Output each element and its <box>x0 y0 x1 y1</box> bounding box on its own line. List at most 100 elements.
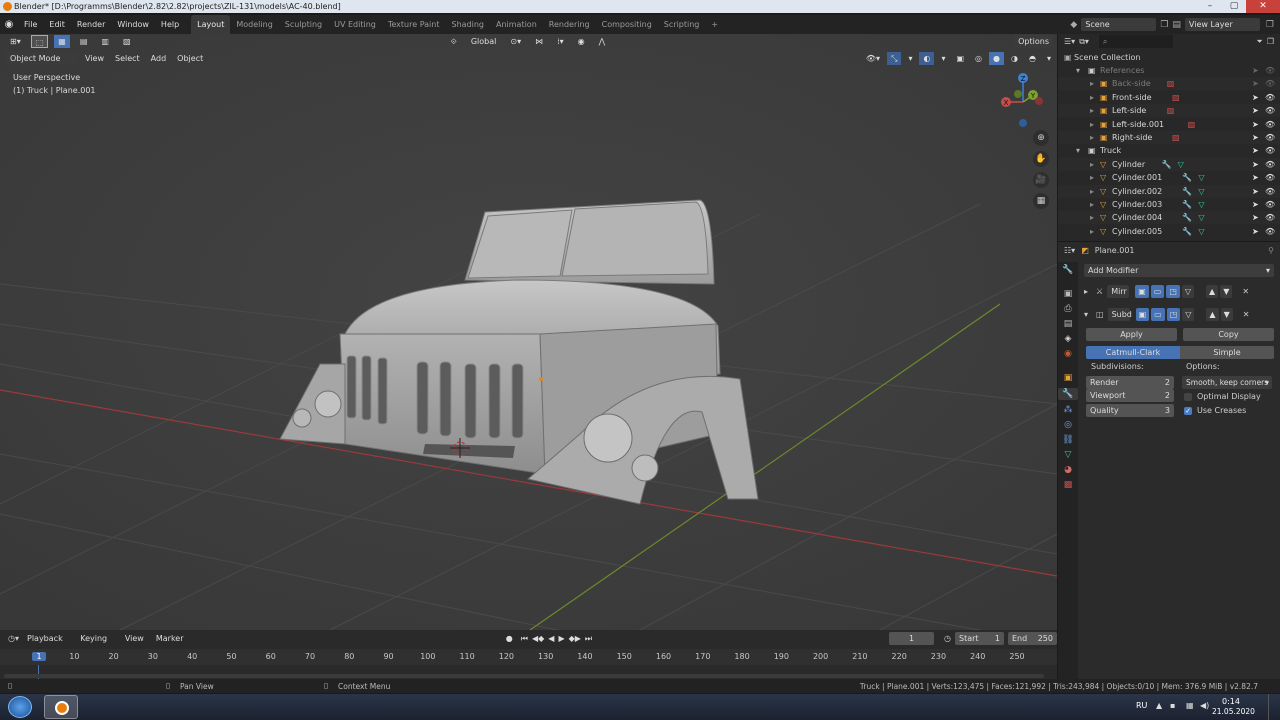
outliner-row-left-side[interactable]: ▸ ▣ Left-side ▨ ➤ 👁 <box>1058 104 1280 118</box>
tab-sculpting[interactable]: Sculpting <box>279 15 328 34</box>
tray-arrow-icon[interactable]: ▲ <box>1156 701 1162 710</box>
camera-view-icon[interactable]: 🎥 <box>1033 172 1049 188</box>
outliner-row-references[interactable]: ▾ ▣ References ➤ 👁 <box>1058 64 1280 77</box>
child-expand-icon[interactable]: ▸ <box>1090 77 1094 90</box>
subd-move-up-icon[interactable]: ▲ <box>1206 307 1219 321</box>
texture-tab-icon[interactable]: ▩ <box>1064 480 1073 490</box>
navigation-gizmo[interactable]: Z X Y <box>996 72 1052 128</box>
tool-tab-icon[interactable]: 🔧 <box>1062 265 1073 275</box>
outliner-search-input[interactable]: ⌕ <box>1098 35 1173 48</box>
tab-rendering[interactable]: Rendering <box>543 15 596 34</box>
tab-layout[interactable]: Layout <box>191 15 231 34</box>
jump-start-icon[interactable]: ⏮ <box>521 634 528 644</box>
tab-compositing[interactable]: Compositing <box>596 15 658 34</box>
expand-mirror-icon[interactable]: ▸ <box>1084 287 1088 296</box>
mirror-remove-icon[interactable]: ✕ <box>1242 287 1249 296</box>
select-toggle-icon[interactable]: ➤ <box>1252 64 1259 77</box>
overlay-dropdown-icon[interactable]: ▾ <box>937 52 949 65</box>
outliner-row-left-side-001[interactable]: ▸ ▣ Left-side.001 ▨ ➤ 👁 <box>1058 118 1280 131</box>
xray-icon[interactable]: ▣ <box>952 52 968 65</box>
world-tab-icon[interactable]: ◉ <box>1064 349 1072 359</box>
child-expand-icon[interactable]: ▸ <box>1090 171 1094 184</box>
tab-texture-paint[interactable]: Texture Paint <box>382 15 446 34</box>
tab-modeling[interactable]: Modeling <box>230 15 278 34</box>
child-expand-icon[interactable]: ▸ <box>1090 118 1094 131</box>
snap-target-icon[interactable]: ⁞▾ <box>553 35 568 48</box>
render-tab-icon[interactable]: ▣ <box>1064 289 1073 299</box>
outliner-row-cylinder-001[interactable]: ▸ ▽ Cylinder.001 🔧 ▽ ➤ 👁 <box>1058 171 1280 184</box>
optimal-display-row[interactable]: Optimal Display <box>1184 392 1261 401</box>
optimal-display-checkbox[interactable] <box>1184 392 1192 401</box>
transform-orientation-dropdown[interactable]: Global <box>467 35 501 48</box>
play-reverse-icon[interactable]: ◀ <box>548 634 554 643</box>
current-frame-field[interactable]: 1 <box>888 632 935 645</box>
select-mode-new-icon[interactable]: ▦ <box>54 35 70 48</box>
data-tab-icon[interactable]: ▽ <box>1065 450 1072 460</box>
pin-icon[interactable]: ⚲ <box>1268 246 1274 255</box>
jump-next-key-icon[interactable]: ◆▶ <box>569 634 581 643</box>
select-toggle-icon[interactable]: ➤ <box>1252 171 1259 184</box>
network-icon[interactable]: ▦ <box>1186 701 1194 710</box>
menu-marker[interactable]: Marker <box>152 632 188 645</box>
shading-wireframe-icon[interactable]: ◎ <box>971 52 986 65</box>
menu-help[interactable]: Help <box>155 15 185 34</box>
clock-icon[interactable]: ◷ <box>944 634 951 643</box>
subd-remove-icon[interactable]: ✕ <box>1243 310 1250 319</box>
outliner-row-cylinder-002[interactable]: ▸ ▽ Cylinder.002 🔧 ▽ ➤ 👁 <box>1058 184 1280 198</box>
add-modifier-dropdown[interactable]: Add Modifier ▾ <box>1084 264 1274 277</box>
shading-rendered-icon[interactable]: ◓ <box>1025 52 1040 65</box>
visibility-eye-icon[interactable]: 👁 <box>1265 198 1275 211</box>
close-button[interactable]: ✕ <box>1246 0 1280 13</box>
menu-timeline-view[interactable]: View <box>121 632 148 645</box>
material-tab-icon[interactable]: ◕ <box>1064 465 1072 475</box>
outliner-row-truck[interactable]: ▾ ▣ Truck ➤ 👁 <box>1058 144 1280 157</box>
catmull-clark-button[interactable]: Catmull-Clark <box>1086 346 1180 359</box>
visibility-eye-icon[interactable]: 👁 <box>1265 118 1275 131</box>
mirror-move-up-icon[interactable]: ▲ <box>1206 284 1219 298</box>
menu-view[interactable]: View <box>81 52 108 65</box>
menu-edit[interactable]: Edit <box>43 15 71 34</box>
viewport-levels-field[interactable]: Viewport 2 <box>1086 389 1174 402</box>
visibility-eye-icon[interactable]: 👁 <box>1265 211 1275 224</box>
select-toggle-icon[interactable]: ➤ <box>1252 225 1259 238</box>
apply-button[interactable]: Apply <box>1086 328 1177 341</box>
record-icon[interactable]: ● <box>506 634 513 643</box>
object-tab-icon[interactable]: ▣ <box>1064 373 1073 383</box>
select-toggle-icon[interactable]: ➤ <box>1252 185 1259 198</box>
blender-menu-icon[interactable]: ◉ <box>0 19 18 30</box>
jump-prev-key-icon[interactable]: ◀◆ <box>532 634 544 643</box>
select-toggle-icon[interactable]: ➤ <box>1252 118 1259 131</box>
uv-smooth-dropdown[interactable]: Smooth, keep corners ▾ <box>1182 376 1272 389</box>
frame-ruler[interactable]: 1 10 20 30 40 50 60 70 80 90 100 110 120 130 140 150 160… <box>0 649 1057 665</box>
visibility-eye-icon[interactable]: 👁 <box>1265 64 1275 77</box>
editor-type-icon[interactable]: ⊞▾ <box>6 35 25 48</box>
scene-tab-icon[interactable]: ◈ <box>1065 334 1072 344</box>
outliner-row-back-side[interactable]: ▸ ▣ Back-side ▨ ➤ 👁 <box>1058 77 1280 91</box>
visibility-eye-icon[interactable]: 👁 <box>1265 131 1275 144</box>
subd-viewport-icon[interactable]: ▭ <box>1151 307 1165 321</box>
expand-icon[interactable]: ▾ <box>1076 64 1080 77</box>
proportional-editing-icon[interactable]: ◉ <box>574 35 589 48</box>
tab-uv-editing[interactable]: UV Editing <box>328 15 382 34</box>
add-workspace-button[interactable]: + <box>705 15 724 34</box>
modifier-tab-icon[interactable]: 🔧 <box>1058 388 1078 400</box>
copy-button[interactable]: Copy <box>1183 328 1274 341</box>
jump-end-icon[interactable]: ⏭ <box>585 634 592 644</box>
3d-viewport[interactable]: ⊞▾ ⬚ ▦ ▤ ▥ ▧ ⟐ Global ⊙▾ ⋈ ⁞▾ ◉ ⋀ Option… <box>0 34 1057 630</box>
pan-hand-icon[interactable]: ✋ <box>1033 151 1049 167</box>
visibility-eye-icon[interactable]: 👁 <box>1265 225 1275 238</box>
select-toggle-icon[interactable]: ➤ <box>1252 158 1259 171</box>
child-expand-icon[interactable]: ▸ <box>1090 104 1094 117</box>
tray-app-icon[interactable]: ▪ <box>1170 701 1175 710</box>
subd-cage-icon[interactable]: ▽ <box>1182 307 1195 321</box>
select-mode-subtract-icon[interactable]: ▥ <box>97 35 113 48</box>
select-toggle-icon[interactable]: ➤ <box>1252 77 1259 90</box>
outliner-root[interactable]: ▣ Scene Collection <box>1058 51 1280 64</box>
outliner-row-cylinder-005[interactable]: ▸ ▽ Cylinder.005 🔧 ▽ ➤ 👁 <box>1058 225 1280 238</box>
new-scene-icon[interactable]: ❐ <box>1160 20 1168 30</box>
child-expand-icon[interactable]: ▸ <box>1090 198 1094 211</box>
constraints-tab-icon[interactable]: ⛓ <box>1062 435 1073 445</box>
overlay-toggle-icon[interactable]: ◐ <box>919 51 935 65</box>
timeline-editor-icon[interactable]: ◷▾ <box>8 634 19 643</box>
select-mode-invert-icon[interactable]: ▧ <box>119 35 135 48</box>
